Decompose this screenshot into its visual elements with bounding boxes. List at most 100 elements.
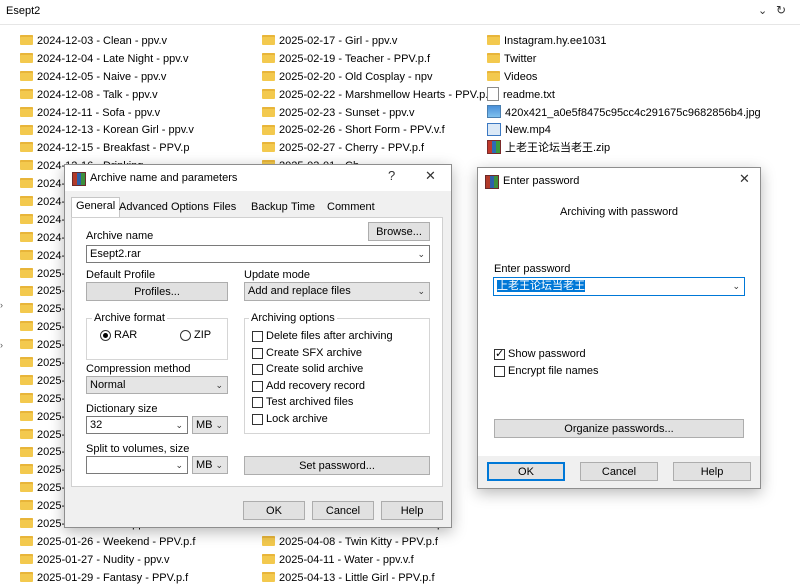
file-item[interactable]: 2025-02-17 - Girl - ppv.v <box>262 33 491 51</box>
folder-icon <box>20 339 33 350</box>
file-item[interactable]: 2025-02-22 - Marshmellow Hearts - PPV.p.… <box>262 87 491 105</box>
archiving-option-checkbox[interactable] <box>252 380 263 392</box>
help-button[interactable]: Help <box>381 501 443 520</box>
browse-button[interactable]: Browse... <box>368 222 430 241</box>
folder-icon <box>20 214 33 224</box>
file-item[interactable]: readme.txt <box>487 86 761 105</box>
password-input[interactable]: 上老王论坛当老王 ⌄ <box>493 277 745 296</box>
close-icon[interactable]: ✕ <box>739 171 750 187</box>
file-item[interactable]: 2025-02-20 - Old Cosplay - npv <box>262 69 491 87</box>
archiving-option-checkbox[interactable] <box>252 331 263 342</box>
tab-general[interactable]: General <box>71 197 121 218</box>
archive-dialog-title: Archive name and parameters <box>90 172 238 184</box>
show-password-checkbox[interactable] <box>494 347 505 360</box>
ok-button[interactable]: OK <box>243 501 305 520</box>
archiving-options-label: Archiving options <box>249 312 337 324</box>
set-password-button[interactable]: Set password... <box>244 456 430 475</box>
file-item[interactable]: 2024-12-03 - Clean - ppv.v <box>20 33 195 51</box>
compression-method-select[interactable]: Normal ⌄ <box>86 376 228 394</box>
address-dropdown-icon[interactable]: ⌄ <box>758 4 767 17</box>
update-mode-select[interactable]: Add and replace files ⌄ <box>244 282 430 301</box>
file-item[interactable]: 2024-12-15 - Breakfast - PPV.p <box>20 140 195 158</box>
split-unit-select[interactable]: MB ⌄ <box>192 456 228 474</box>
tab-files[interactable]: Files <box>209 199 240 216</box>
file-item[interactable]: 420x421_a0e5f8475c95cc4c291675c9682856b4… <box>487 105 761 123</box>
chevron-down-icon[interactable]: ⌄ <box>175 417 183 433</box>
archiving-option-checkbox[interactable] <box>252 414 263 425</box>
file-name: 2025-02-17 - Girl - ppv.v <box>279 35 398 47</box>
folder-icon <box>262 70 275 81</box>
file-item[interactable]: 2025-04-08 - Twin Kitty - PPV.p.f <box>262 534 491 552</box>
file-item[interactable]: Twitter <box>487 51 761 69</box>
file-item[interactable]: New.mp4 <box>487 122 761 140</box>
chevron-down-icon: ⌄ <box>417 286 425 296</box>
file-name: 2024-12-08 - Talk - ppv.v <box>37 88 158 101</box>
help-icon[interactable]: ? <box>388 168 395 183</box>
dictionary-unit-select[interactable]: MB ⌄ <box>192 416 228 434</box>
file-item[interactable]: 上老王论坛当老王.zip <box>487 140 761 158</box>
tab-backup[interactable]: Backup <box>247 199 292 216</box>
archiving-option-checkbox[interactable] <box>252 364 263 376</box>
archiving-option-label: Create solid archive <box>266 363 364 376</box>
dictionary-size-input[interactable]: 32 ⌄ <box>86 416 188 434</box>
file-item[interactable]: 2025-02-26 - Short Form - PPV.v.f <box>262 122 491 140</box>
archiving-option-checkbox[interactable] <box>252 347 263 359</box>
folder-icon <box>20 35 33 46</box>
tab-advanced[interactable]: Advanced <box>115 199 172 216</box>
archive-format-label: Archive format <box>92 312 167 324</box>
format-rar-radio[interactable] <box>100 330 111 341</box>
file-name: 2025-02-19 - Teacher - PPV.p.f <box>279 52 431 65</box>
file-item[interactable]: 2025-02-19 - Teacher - PPV.p.f <box>262 51 491 69</box>
chevron-down-icon[interactable]: ⌄ <box>417 246 425 262</box>
file-name: 2025-02-26 - Short Form - PPV.v.f <box>279 124 445 137</box>
password-value: 上老王论坛当老王 <box>497 280 585 292</box>
chevron-down-icon[interactable]: ⌄ <box>732 278 740 294</box>
folder-icon <box>20 285 33 296</box>
file-item[interactable]: Instagram.hy.ee1031 <box>487 33 761 51</box>
archive-dialog-titlebar[interactable]: Archive name and parameters ? ✕ <box>65 165 451 191</box>
chevron-down-icon[interactable]: ⌄ <box>175 457 183 473</box>
file-name: Twitter <box>504 52 537 65</box>
file-item[interactable]: 2024-12-05 - Naive - ppv.v <box>20 69 195 87</box>
archiving-option-label: Create SFX archive <box>266 346 362 359</box>
file-name: Videos <box>504 70 538 83</box>
close-icon[interactable]: ✕ <box>425 168 436 184</box>
folder-icon <box>20 160 33 171</box>
tab-comment[interactable]: Comment <box>323 199 379 216</box>
file-item[interactable]: 2024-12-11 - Sofa - ppv.v <box>20 105 195 123</box>
file-item[interactable]: 2025-02-23 - Sunset - ppv.v <box>262 105 491 123</box>
cancel-button[interactable]: Cancel <box>580 462 658 481</box>
folder-icon <box>487 35 500 46</box>
format-zip-radio[interactable] <box>180 330 191 341</box>
file-item[interactable]: 2025-04-11 - Water - ppv.v.f <box>262 552 491 570</box>
folder-icon <box>262 124 275 135</box>
organize-passwords-button[interactable]: Organize passwords... <box>494 419 744 438</box>
image-file-icon <box>487 105 501 119</box>
help-button[interactable]: Help <box>673 462 751 481</box>
dictionary-unit-value: MB <box>196 419 213 431</box>
file-name: 2025-04-08 - Twin Kitty - PPV.p.f <box>279 535 438 548</box>
address-bar[interactable]: Esept2 ⌄ ↻ <box>0 0 800 25</box>
folder-icon <box>262 536 275 547</box>
profiles-button[interactable]: Profiles... <box>86 282 228 301</box>
file-item[interactable]: 2025-02-27 - Cherry - PPV.p.f <box>262 140 491 158</box>
ok-button[interactable]: OK <box>487 462 565 481</box>
password-dialog-titlebar[interactable]: Enter password ✕ <box>478 168 760 194</box>
tab-options[interactable]: Options <box>167 199 213 216</box>
file-item[interactable]: 2024-12-08 - Talk - ppv.v <box>20 87 195 105</box>
archive-name-input[interactable]: Esept2.rar ⌄ <box>86 245 430 263</box>
archive-name-value: Esept2.rar <box>90 248 141 260</box>
file-item[interactable]: 2024-12-04 - Late Night - ppv.v <box>20 51 195 69</box>
encrypt-file-names-checkbox[interactable] <box>494 366 505 377</box>
cancel-button[interactable]: Cancel <box>312 501 374 520</box>
file-item[interactable]: 2025-01-27 - Nudity - ppv.v <box>20 552 195 570</box>
file-item[interactable]: 2025-01-26 - Weekend - PPV.p.f <box>20 534 195 552</box>
split-volumes-label: Split to volumes, size <box>86 443 190 455</box>
split-volumes-input[interactable]: ⌄ <box>86 456 188 474</box>
archiving-option-label: Lock archive <box>266 413 328 425</box>
archiving-option-checkbox[interactable] <box>252 397 263 409</box>
file-item[interactable]: Videos <box>487 69 761 87</box>
file-item[interactable]: 2024-12-13 - Korean Girl - ppv.v <box>20 122 195 140</box>
tab-time[interactable]: Time <box>287 199 319 216</box>
refresh-icon[interactable]: ↻ <box>776 3 786 17</box>
